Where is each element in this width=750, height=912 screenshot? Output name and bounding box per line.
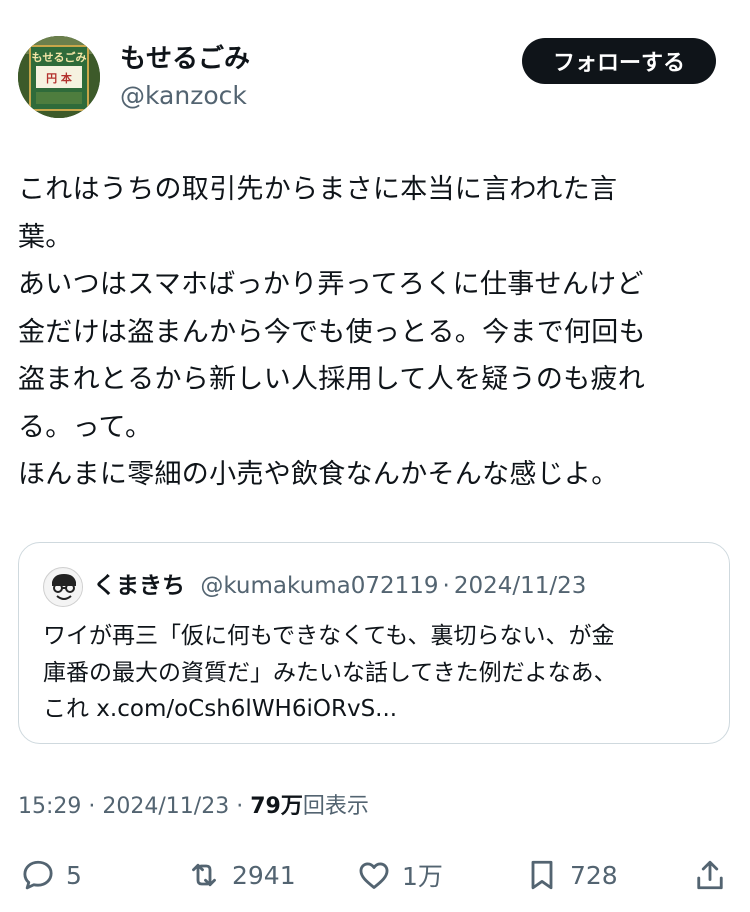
heart-icon — [359, 862, 389, 889]
quoted-line: 庫番の最大の資質だ」みたいな話してきた例だよなあ、 — [43, 659, 617, 686]
author-avatar[interactable]: もせるごみ 円 本 — [18, 36, 100, 118]
tweet-line: 金だけは盗まんから今でも使っとる。今まで何回も — [18, 316, 646, 348]
tweet-line: あいつはスマホばっかり弄ってろくに仕事せんけど — [18, 269, 644, 300]
tweet-line: ほんまに零細の小売や飲食なんかそんな感じよ。 — [18, 459, 619, 490]
avatar-sign-text: もせるごみ — [32, 50, 87, 64]
quoted-display-name: くまきち — [93, 573, 185, 599]
reply-icon — [23, 860, 53, 890]
quoted-separator: · — [442, 573, 450, 599]
share-button[interactable] — [692, 852, 728, 898]
reply-count: 5 — [66, 860, 82, 890]
tweet-line: これはうちの取引先からまさに本当に言われた言 — [18, 174, 618, 205]
quoted-header: くまきち @kumakuma072119 · 2024/11/23 — [93, 569, 586, 603]
tweet-line: る。って。 — [18, 411, 153, 443]
like-count: 1万 — [402, 862, 443, 891]
meta-separator: · — [88, 794, 96, 819]
repost-icon — [192, 863, 216, 887]
quoted-date: 2024/11/23 — [453, 573, 587, 599]
quoted-avatar-image — [45, 569, 82, 606]
author-handle[interactable]: @kanzock — [120, 80, 247, 112]
tweet-text: これはうちの取引先からまさに本当に言われた言 葉。 あいつはスマホばっかり弄って… — [18, 166, 718, 499]
repost-count: 2941 — [232, 860, 296, 890]
like-button[interactable]: 1万 — [356, 852, 443, 898]
views-label: 回表示 — [302, 794, 369, 819]
bookmark-count: 728 — [570, 860, 618, 890]
share-icon — [697, 860, 723, 890]
quoted-handle: @kumakuma072119 — [200, 573, 439, 599]
quoted-line: これ x.com/oCsh6lWH6iORvS... — [43, 696, 398, 722]
bookmark-icon — [531, 860, 553, 890]
avatar-image: もせるごみ 円 本 — [18, 36, 100, 118]
quoted-line: ワイが再三「仮に何もできなくても、裏切らない、が金 — [43, 623, 615, 649]
reply-button[interactable]: 5 — [20, 852, 82, 898]
quoted-text: ワイが再三「仮に何もできなくても、裏切らない、が金 庫番の最大の資質だ」みたいな… — [43, 618, 723, 728]
author-display-name[interactable]: もせるごみ — [120, 42, 250, 76]
tweet-line: 葉。 — [18, 221, 73, 253]
bookmark-button[interactable]: 728 — [524, 852, 618, 898]
quoted-tweet-card[interactable]: くまきち @kumakuma072119 · 2024/11/23 ワイが再三「仮に… — [18, 542, 730, 744]
repost-button[interactable]: 2941 — [186, 852, 296, 898]
tweet-date[interactable]: 2024/11/23 — [102, 794, 229, 819]
views-count: 79万 — [250, 794, 303, 819]
quoted-author-avatar — [43, 567, 83, 607]
follow-button[interactable]: フォローする — [522, 38, 716, 84]
tweet-time[interactable]: 15:29 — [18, 794, 81, 819]
tweet-line: 盗まれとるから新しい人採用して人を疑うのも疲れ — [18, 364, 646, 395]
avatar-sign-sub: 円 本 — [46, 71, 72, 85]
meta-separator: · — [236, 794, 244, 819]
tweet-meta: 15:29 · 2024/11/23 · 79万回表示 — [18, 790, 369, 824]
action-bar: 5 2941 1万 728 — [0, 852, 750, 898]
